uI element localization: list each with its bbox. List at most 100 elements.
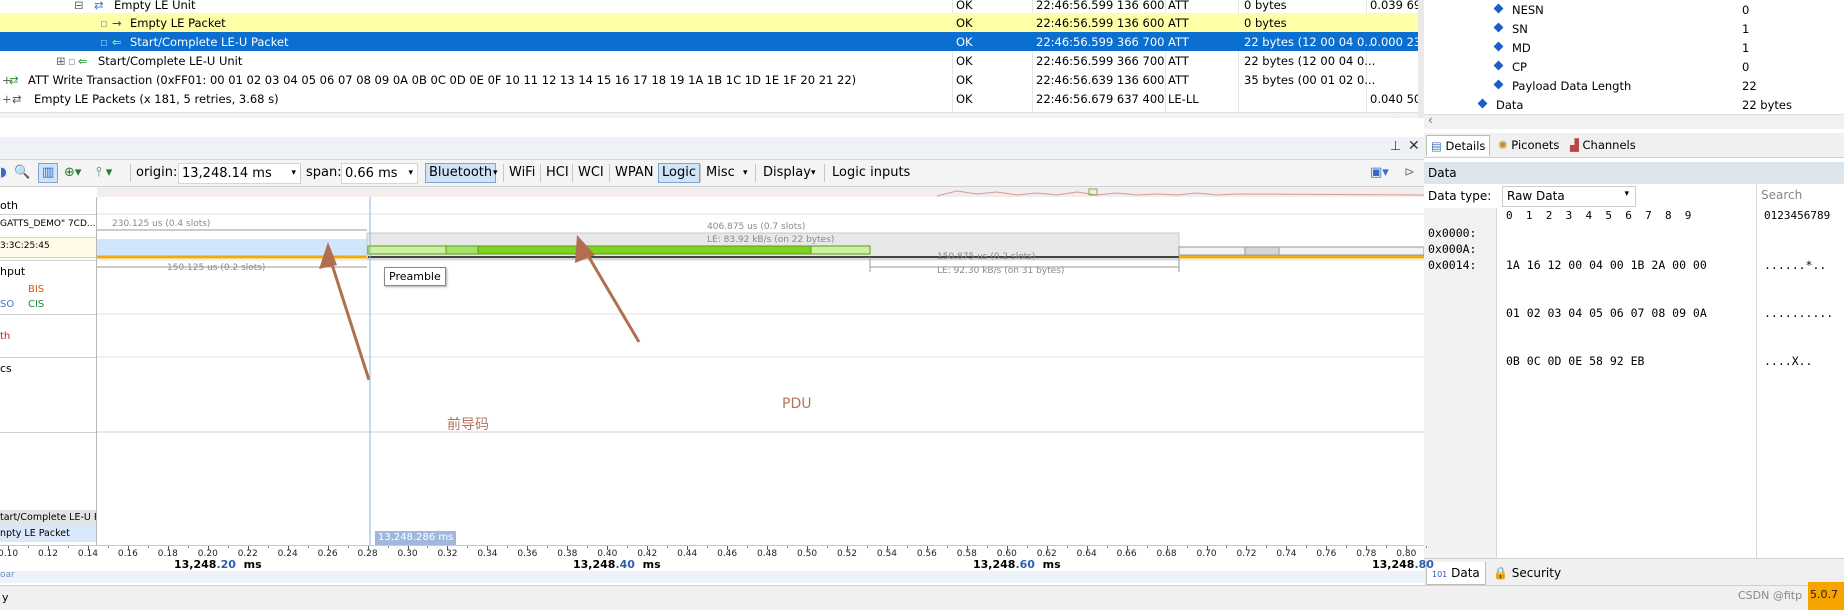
wpan-toggle[interactable]: WPAN bbox=[615, 164, 653, 182]
ruler-minor-tick bbox=[1186, 546, 1188, 548]
packet-length: 0 bytes bbox=[1244, 0, 1287, 12]
tab-label: Security bbox=[1511, 566, 1562, 580]
tab-channels[interactable]: ▟ Channels bbox=[1566, 135, 1640, 155]
expand-icon[interactable]: ⊞ bbox=[56, 54, 66, 68]
pin-icon[interactable]: ⊥ bbox=[1390, 139, 1401, 154]
field-label: MD bbox=[1512, 41, 1531, 55]
tab-security[interactable]: 🔒 Security bbox=[1488, 562, 1566, 584]
search-input[interactable]: Search bbox=[1761, 188, 1802, 202]
expand-icon[interactable]: + bbox=[2, 92, 12, 106]
packet-row[interactable]: + ⇄ ATT Write Transaction (0xFF01: 00 01… bbox=[0, 70, 1418, 89]
ruler-minor-tick bbox=[1306, 546, 1308, 548]
span-select[interactable]: 0.66 ms ▾ bbox=[341, 163, 418, 184]
collapse-icon[interactable]: ⊟ bbox=[74, 0, 84, 12]
transfer-icon: ⇄ bbox=[12, 92, 22, 106]
hex-bytes[interactable]: 1A 16 12 00 04 00 1B 2A 00 00 01 02 03 0… bbox=[1506, 225, 1707, 385]
ruler-minor-tick bbox=[906, 546, 908, 548]
field-label: CP bbox=[1512, 60, 1527, 74]
field-icon bbox=[1477, 98, 1488, 109]
tab-piconets[interactable]: ✺ Piconets bbox=[1494, 135, 1563, 155]
selected-packet-label[interactable]: npty LE Packet bbox=[0, 526, 96, 542]
wci-toggle[interactable]: WCI bbox=[578, 164, 604, 182]
wifi-toggle[interactable]: WiFi bbox=[509, 164, 535, 182]
ruler-tick-label: 0.44 bbox=[677, 549, 698, 559]
packet-row[interactable]: ▫ → Empty LE Packet OK 22:46:56.599 136 … bbox=[0, 13, 1418, 32]
hex-ascii[interactable]: ......*.. .......... ....X.. bbox=[1764, 225, 1833, 385]
tab-details[interactable]: ▤ Details bbox=[1426, 135, 1491, 156]
export-icon[interactable]: ▣▾ bbox=[1370, 164, 1389, 182]
chevron-down-icon[interactable]: ▾ bbox=[493, 164, 498, 182]
packet-status: OK bbox=[956, 16, 973, 30]
tab-data[interactable]: 101 Data bbox=[1426, 562, 1486, 585]
packet-time: 22:46:56.599 366 700 bbox=[1036, 54, 1165, 68]
ruler-tick-label: 0.14 bbox=[77, 549, 98, 559]
hex-byte-row[interactable]: 01 02 03 04 05 06 07 08 09 0A bbox=[1506, 305, 1707, 321]
chevron-down-icon[interactable]: ▾ bbox=[811, 164, 816, 182]
ruler-tick-label: 0.74 bbox=[1276, 549, 1297, 559]
device-row-selected[interactable]: 3:3C:25:45 bbox=[0, 237, 96, 258]
origin-select[interactable]: 13,248.14 ms ▾ bbox=[178, 163, 301, 184]
detail-row[interactable]: SN 1 bbox=[1424, 19, 1844, 38]
detail-row[interactable]: Payload Data Length 22 bbox=[1424, 76, 1844, 95]
arrow-right-icon: → bbox=[112, 16, 122, 30]
packet-length: 0 bytes bbox=[1244, 16, 1287, 30]
timeline-plot[interactable]: 230.125 us (0.4 slots) 406.875 us (0.7 s… bbox=[97, 197, 1424, 547]
packet-row[interactable]: ⊞ ▫ ⇐ Start/Complete LE-U Unit OK 22:46:… bbox=[0, 51, 1418, 70]
arrow-left-icon: ⇐ bbox=[78, 54, 88, 68]
detail-row[interactable]: CP 0 bbox=[1424, 57, 1844, 76]
ascii-row[interactable]: .......... bbox=[1764, 305, 1833, 321]
ruler-minor-tick bbox=[1146, 546, 1148, 548]
packet-name: ATT Write Transaction (0xFF01: 00 01 02 … bbox=[28, 73, 857, 87]
detail-row[interactable]: Data 22 bytes bbox=[1424, 95, 1844, 114]
ascii-row[interactable]: ......*.. bbox=[1764, 257, 1833, 273]
packet-row[interactable]: ⊟ ⇄ Empty LE Unit OK 22:46:56.599 136 60… bbox=[0, 0, 1418, 14]
detail-row[interactable]: NESN 0 bbox=[1424, 0, 1844, 19]
hand-icon[interactable]: ◗ bbox=[0, 164, 7, 182]
display-menu[interactable]: Display bbox=[763, 164, 811, 182]
misc-menu[interactable]: Misc bbox=[706, 164, 735, 182]
zoom-icon[interactable]: 🔍 bbox=[14, 164, 30, 182]
layout-icon[interactable]: ▥ bbox=[38, 163, 59, 183]
filter-icon[interactable]: ⊕▾ bbox=[64, 164, 81, 182]
bluetooth-toggle[interactable]: Bluetooth bbox=[425, 163, 497, 183]
logic-inputs-button[interactable]: Logic inputs bbox=[832, 164, 910, 182]
timeline-toolbar: ◗ 🔍 ▥ ⊕▾ ⫯ ▾ origin: 13,248.14 ms ▾ span… bbox=[0, 160, 1424, 187]
version-text: 5.0.7 bbox=[1810, 588, 1838, 601]
major-tick-label: 13,248.80 bbox=[1372, 558, 1434, 571]
device-label[interactable]: GATTS_DEMO" 7CD... bbox=[0, 219, 96, 229]
row-label: th bbox=[0, 331, 11, 342]
field-icon bbox=[1493, 79, 1504, 90]
hci-toggle[interactable]: HCI bbox=[546, 164, 569, 182]
ascii-row[interactable]: ....X.. bbox=[1764, 353, 1833, 369]
access-address-segment bbox=[445, 245, 479, 255]
data-type-select[interactable]: Raw Data ▾ bbox=[1502, 186, 1636, 207]
logic-toggle[interactable]: Logic bbox=[658, 163, 700, 183]
ruler-scrollbar[interactable]: oar bbox=[0, 570, 1424, 583]
ruler-minor-tick bbox=[1026, 546, 1028, 548]
scroll-left-icon[interactable]: ‹ bbox=[1428, 113, 1433, 127]
ruler-minor-tick bbox=[866, 546, 868, 548]
horizontal-scrollbar[interactable]: ‹ bbox=[1424, 113, 1844, 129]
close-icon[interactable]: ✕ bbox=[1408, 138, 1420, 154]
detail-row[interactable]: MD 1 bbox=[1424, 38, 1844, 57]
packet-row-selected[interactable]: ▫ ⇐ Start/Complete LE-U Packet OK 22:46:… bbox=[0, 32, 1418, 51]
scroll-right-icon[interactable]: › bbox=[1398, 113, 1403, 118]
horizontal-scrollbar[interactable]: › bbox=[0, 112, 1418, 118]
ruler-tick-label: 0.36 bbox=[517, 549, 538, 559]
chevron-down-icon[interactable]: ▾ bbox=[743, 164, 748, 182]
record-icon[interactable]: ⊳ bbox=[1404, 164, 1415, 182]
field-icon bbox=[1493, 22, 1504, 33]
span-value: 0.66 ms bbox=[345, 166, 398, 181]
packet-protocol: ATT bbox=[1168, 73, 1189, 87]
ruler-minor-tick bbox=[267, 546, 269, 548]
timeline-header: ⊥ ✕ bbox=[0, 137, 1424, 160]
time-ruler[interactable]: 0.10 0.12 0.14 0.16 0.18 0.20 0.22 0.24 0.26 0.28… bbox=[0, 545, 1434, 574]
markers-icon[interactable]: ⫯ ▾ bbox=[96, 164, 112, 182]
ruler-tick-label: 0.50 bbox=[797, 549, 818, 559]
hex-byte-row[interactable]: 1A 16 12 00 04 00 1B 2A 00 00 bbox=[1506, 257, 1707, 273]
row-label: hput bbox=[0, 265, 26, 278]
selected-packet-label[interactable]: tart/Complete LE-U P... bbox=[0, 510, 96, 526]
packet-row[interactable]: + ⇄ Empty LE Packets (x 181, 5 retries, … bbox=[0, 89, 1418, 108]
hex-byte-row[interactable]: 0B 0C 0D 0E 58 92 EB bbox=[1506, 353, 1707, 369]
cursor-time: 13,248.286 ms bbox=[378, 532, 454, 543]
